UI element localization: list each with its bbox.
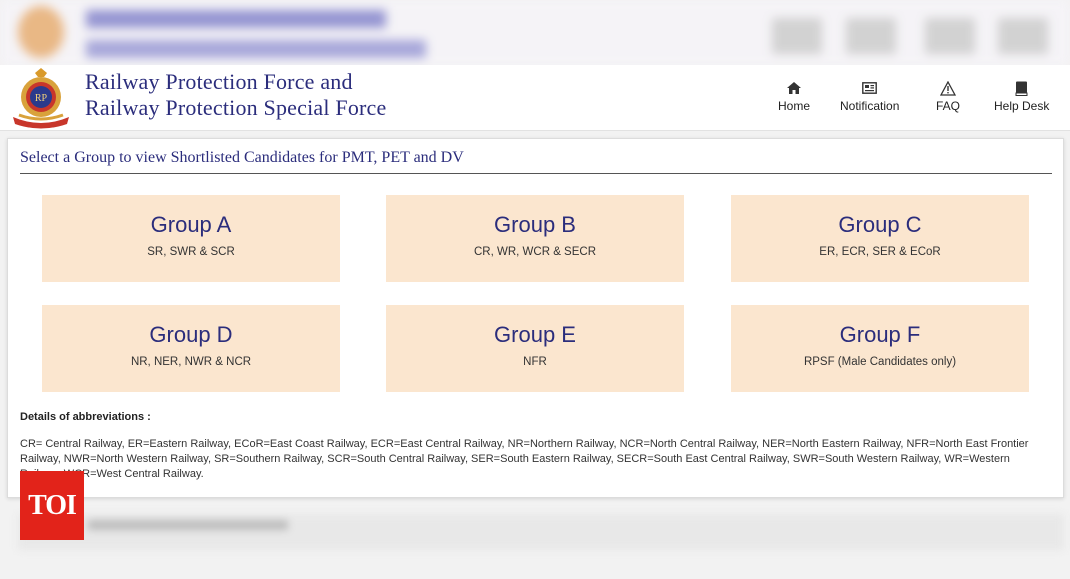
group-f-tile[interactable]: Group F RPSF (Male Candidates only) bbox=[731, 305, 1029, 392]
group-e-tile[interactable]: Group E NFR bbox=[386, 305, 684, 392]
toi-badge: TOI bbox=[20, 471, 84, 540]
home-icon bbox=[786, 79, 802, 97]
group-a-zones: SR, SWR & SCR bbox=[147, 246, 235, 258]
nav-home-label: Home bbox=[778, 99, 811, 113]
group-a-tile[interactable]: Group A SR, SWR & SCR bbox=[42, 195, 340, 282]
group-b-name: Group B bbox=[494, 212, 576, 237]
group-d-name: Group D bbox=[149, 322, 233, 347]
nav-faq[interactable]: FAQ bbox=[936, 79, 960, 113]
site-title-line2: Railway Protection Special Force bbox=[85, 95, 387, 120]
heading-divider bbox=[20, 173, 1052, 174]
site-header: RP Railway Protection Force and Railway … bbox=[0, 65, 1070, 131]
group-f-name: Group F bbox=[839, 322, 921, 347]
group-d-zones: NR, NER, NWR & NCR bbox=[130, 356, 252, 368]
site-title: Railway Protection Force and Railway Pro… bbox=[85, 69, 387, 121]
card-heading: Select a Group to view Shortlisted Candi… bbox=[20, 149, 464, 166]
nav-help-desk[interactable]: Help Desk bbox=[994, 79, 1049, 113]
group-b-zones: CR, WR, WCR & SECR bbox=[473, 246, 597, 258]
site-title-line1: Railway Protection Force and bbox=[85, 69, 353, 94]
group-d-tile[interactable]: Group D NR, NER, NWR & NCR bbox=[42, 305, 340, 392]
group-c-name: Group C bbox=[838, 212, 922, 237]
group-f-zones: RPSF (Male Candidates only) bbox=[803, 356, 957, 368]
group-a-name: Group A bbox=[150, 212, 232, 237]
group-c-zones: ER, ECR, SER & ECoR bbox=[819, 246, 941, 258]
abbreviations-title: Details of abbreviations : bbox=[20, 411, 151, 423]
notification-icon bbox=[862, 79, 878, 97]
group-c-tile[interactable]: Group C ER, ECR, SER & ECoR bbox=[731, 195, 1029, 282]
abbreviations-text: CR= Central Railway, ER=Eastern Railway,… bbox=[20, 438, 1029, 480]
nav-help-desk-label: Help Desk bbox=[994, 99, 1050, 113]
blurred-background-footer bbox=[18, 514, 1064, 550]
book-icon bbox=[1015, 79, 1028, 97]
group-e-name: Group E bbox=[494, 322, 576, 347]
rpf-emblem-logo: RP bbox=[13, 68, 69, 129]
nav-home[interactable]: Home bbox=[778, 79, 810, 113]
group-selection-card: Select a Group to view Shortlisted Candi… bbox=[7, 138, 1064, 498]
group-b-tile[interactable]: Group B CR, WR, WCR & SECR bbox=[386, 195, 684, 282]
nav-notification-label: Notification bbox=[840, 99, 900, 113]
warning-icon bbox=[940, 79, 956, 97]
nav-notification[interactable]: Notification bbox=[840, 79, 899, 113]
nav-faq-label: FAQ bbox=[936, 99, 961, 113]
blurred-background-header bbox=[0, 0, 1070, 66]
svg-text:RP: RP bbox=[35, 93, 48, 104]
group-e-zones: NFR bbox=[523, 356, 547, 368]
